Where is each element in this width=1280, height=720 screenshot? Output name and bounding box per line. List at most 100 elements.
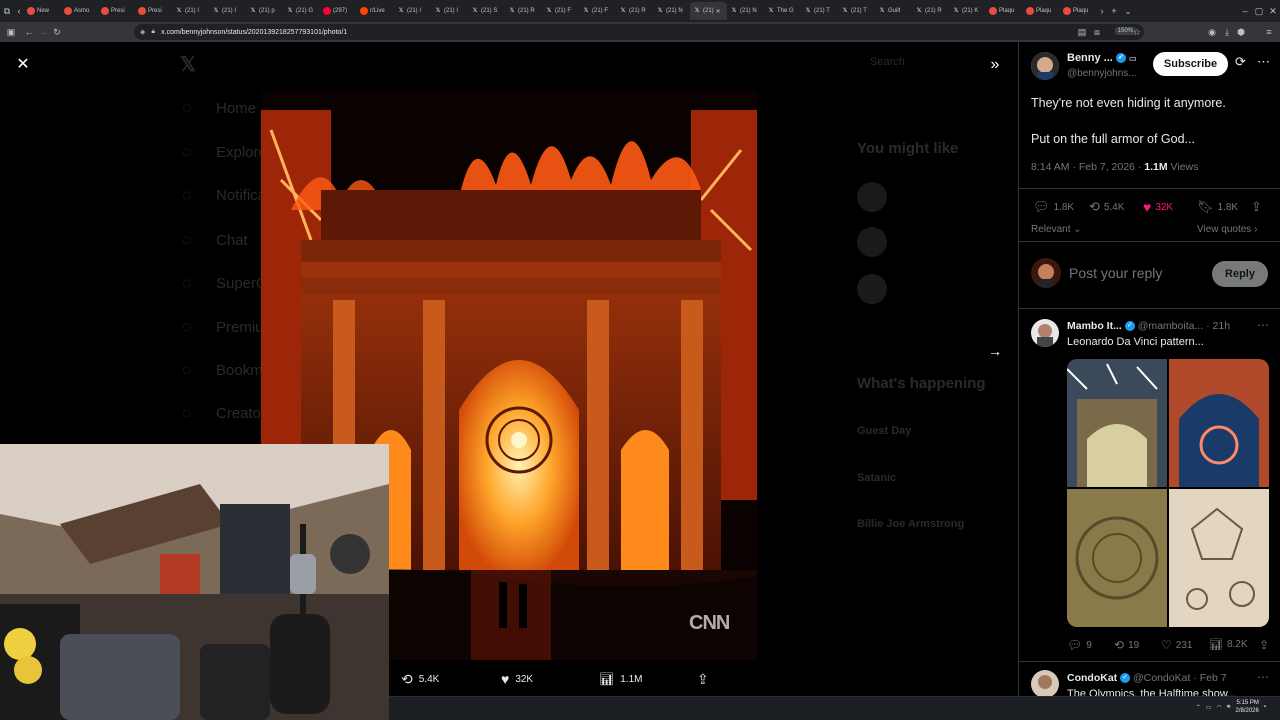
- next-photo-icon[interactable]: →: [984, 340, 1006, 362]
- browser-tab[interactable]: 𝕏 (21) N: [653, 2, 690, 20]
- reply-time[interactable]: Feb 7: [1200, 672, 1227, 684]
- maximize-icon[interactable]: ▢: [1252, 6, 1266, 17]
- reply-like-button[interactable]: ♡ 231: [1161, 638, 1192, 652]
- browser-tab[interactable]: 𝕏 (21) I: [431, 2, 468, 20]
- browser-tab[interactable]: 𝕏 (21) K: [949, 2, 986, 20]
- my-avatar[interactable]: [1031, 258, 1061, 288]
- close-icon[interactable]: ✕: [12, 54, 34, 76]
- sidebar-icon[interactable]: ▣: [4, 27, 18, 38]
- browser-tab[interactable]: 𝕏 (21) S: [468, 2, 505, 20]
- reply-submit-button[interactable]: Reply: [1212, 261, 1268, 287]
- reply-share-button[interactable]: ⇪: [1259, 638, 1269, 652]
- window-close-icon[interactable]: ✕: [1266, 6, 1280, 17]
- bookmark-star-icon[interactable]: ☆: [1130, 27, 1144, 38]
- browser-tab[interactable]: 𝕏 (21) T: [838, 2, 875, 20]
- browser-tab[interactable]: r/Live: [357, 2, 394, 20]
- tab-scroll-right-icon[interactable]: ›: [1097, 6, 1107, 16]
- taskbar-clock[interactable]: 5:15 PM 2/8/2026: [1236, 699, 1259, 715]
- retweet-button[interactable]: ⟲ 5.4K: [1089, 199, 1124, 215]
- browser-tab[interactable]: 𝕏 (21) R: [912, 2, 949, 20]
- tab-close-icon[interactable]: ✕: [716, 8, 721, 15]
- reply-author-handle[interactable]: @mamboita...: [1138, 320, 1204, 332]
- reply-author-name[interactable]: Mambo It...: [1067, 320, 1122, 332]
- minimize-icon[interactable]: –: [1238, 6, 1252, 16]
- browser-tab[interactable]: Presi: [135, 2, 172, 20]
- browser-tab[interactable]: 𝕏 (21) ✕: [690, 2, 727, 20]
- reply-image-grid[interactable]: [1067, 359, 1269, 627]
- reply-more-icon[interactable]: ⋯: [1257, 670, 1269, 684]
- tray-chevron-icon[interactable]: ⌃: [1196, 704, 1201, 711]
- forward-icon[interactable]: →: [36, 27, 50, 37]
- network-icon[interactable]: ▭: [1206, 704, 1212, 711]
- new-tab-icon[interactable]: +: [1107, 6, 1121, 16]
- notification-icon[interactable]: ▪: [1264, 704, 1266, 710]
- reply-author-avatar[interactable]: [1031, 319, 1059, 347]
- like-button[interactable]: ♥ 32K: [1143, 199, 1173, 215]
- browser-tab[interactable]: 𝕏 (21) p: [246, 2, 283, 20]
- browser-tab[interactable]: Plaqu: [1060, 2, 1097, 20]
- share-button[interactable]: ⇪: [1251, 199, 1262, 215]
- author-name-row[interactable]: Benny ... ✓ ▭: [1067, 52, 1137, 64]
- reply-author-avatar[interactable]: [1031, 670, 1059, 696]
- wifi-icon[interactable]: ◠: [1216, 704, 1221, 711]
- reply-input[interactable]: Post your reply: [1069, 265, 1162, 281]
- reply-author-name[interactable]: CondoKat: [1067, 672, 1117, 684]
- more-options-icon[interactable]: ⋯: [1257, 54, 1270, 70]
- browser-tab[interactable]: 𝕏 (21) I: [209, 2, 246, 20]
- browser-tab[interactable]: Plaqu: [986, 2, 1023, 20]
- reply-more-icon[interactable]: ⋯: [1257, 318, 1269, 332]
- browser-tab[interactable]: 𝕏 (21) F: [542, 2, 579, 20]
- reload-icon[interactable]: ↻: [50, 27, 64, 38]
- browser-tab[interactable]: 𝕏 (21) R: [505, 2, 542, 20]
- grok-icon[interactable]: ⟳: [1235, 54, 1246, 70]
- browser-tab[interactable]: Asmo: [61, 2, 98, 20]
- browser-tab[interactable]: 𝕏 (21) T: [801, 2, 838, 20]
- browser-tab[interactable]: 𝕏 The G: [764, 2, 801, 20]
- reply-views-button[interactable]: 📊︎ 8.2K: [1209, 638, 1248, 651]
- collapse-panel-icon[interactable]: »: [984, 54, 1006, 76]
- reply-button[interactable]: 💬︎ 1.8K: [1033, 199, 1074, 215]
- reply-author-handle[interactable]: @CondoKat: [1133, 672, 1190, 684]
- url-text[interactable]: x.com/bennyjohnson/status/20201392182577…: [161, 29, 347, 36]
- media-like-button[interactable]: ♥ 32K: [501, 671, 533, 687]
- sort-dropdown[interactable]: Relevant ⌄: [1031, 224, 1082, 235]
- browser-tab[interactable]: New: [24, 2, 61, 20]
- browser-tab[interactable]: Presi: [98, 2, 135, 20]
- reply-retweet-button[interactable]: ⟲ 19: [1114, 638, 1139, 652]
- menu-icon[interactable]: ≡: [1262, 27, 1276, 37]
- browser-tab[interactable]: 𝕏 (21) G: [283, 2, 320, 20]
- browser-tab[interactable]: Plaqu: [1023, 2, 1060, 20]
- browser-tab[interactable]: 𝕏 (21) I: [394, 2, 431, 20]
- extensions-icon[interactable]: ⬢: [1234, 27, 1248, 38]
- omnibox[interactable]: ◈ 🔒︎ x.com/bennyjohnson/status/202013921…: [134, 24, 1144, 40]
- lock-icon[interactable]: 🔒︎: [151, 28, 155, 36]
- reply-reply-button[interactable]: 💬︎ 9: [1067, 638, 1092, 652]
- account-icon[interactable]: ◉: [1205, 27, 1219, 38]
- shield-icon[interactable]: ◈: [140, 28, 145, 36]
- tweet-timestamp[interactable]: 8:14 AM · Feb 7, 2026 ·: [1031, 161, 1144, 173]
- reply-time[interactable]: 21h: [1213, 320, 1231, 332]
- author-name[interactable]: Benny ...: [1067, 52, 1113, 64]
- tab-scroll-left-icon[interactable]: ‹: [14, 6, 24, 16]
- tab-list-icon[interactable]: ⌄: [1121, 6, 1135, 17]
- author-handle[interactable]: @bennyjohns...: [1067, 68, 1137, 79]
- browser-tab[interactable]: 𝕏 Guilt: [875, 2, 912, 20]
- browser-tab[interactable]: (297): [320, 2, 357, 20]
- back-icon[interactable]: ←: [22, 27, 36, 37]
- view-quotes-link[interactable]: View quotes ›: [1197, 224, 1257, 235]
- volume-icon[interactable]: 🔊︎: [1227, 704, 1231, 711]
- media-views-button[interactable]: 📊︎ 1.1M: [599, 672, 642, 686]
- browser-tab[interactable]: 𝕏 (21) R: [616, 2, 653, 20]
- reader-view-icon[interactable]: ▤: [1075, 27, 1089, 38]
- browser-tab[interactable]: 𝕏 (21) F: [579, 2, 616, 20]
- download-icon[interactable]: ⤓: [1220, 27, 1234, 38]
- media-share-button[interactable]: ⇪: [697, 671, 709, 688]
- media-retweet-button[interactable]: ⟲ 5.4K: [401, 671, 439, 688]
- subscribe-button[interactable]: Subscribe: [1153, 52, 1228, 76]
- browser-tab[interactable]: 𝕏 (21) I: [172, 2, 209, 20]
- bookmark-button[interactable]: 🔖︎ 1.8K: [1197, 199, 1238, 215]
- browser-tab[interactable]: 𝕏 (21) N: [727, 2, 764, 20]
- author-avatar[interactable]: [1031, 52, 1059, 80]
- tab-actions-icon[interactable]: ⧉: [0, 6, 14, 17]
- pip-icon[interactable]: ⧈: [1090, 27, 1104, 38]
